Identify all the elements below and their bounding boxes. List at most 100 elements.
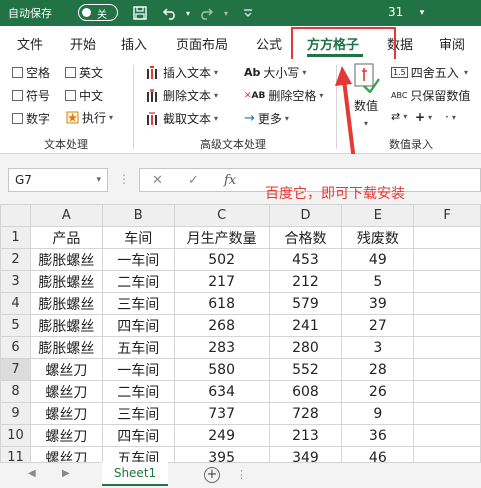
- table-cell[interactable]: [413, 248, 481, 271]
- table-cell[interactable]: 618: [173, 292, 270, 315]
- fx-icon[interactable]: fx: [224, 173, 236, 188]
- table-cell[interactable]: 车间: [101, 226, 175, 249]
- table-cell[interactable]: 49: [341, 248, 415, 271]
- table-cell[interactable]: 26: [341, 380, 415, 403]
- table-cell[interactable]: 552: [268, 358, 343, 381]
- table-cell[interactable]: 728: [268, 402, 343, 425]
- table-cell[interactable]: 608: [268, 380, 343, 403]
- table-cell[interactable]: 36: [341, 424, 415, 447]
- table-cell[interactable]: [413, 314, 481, 337]
- table-cell[interactable]: [413, 380, 481, 403]
- col-header-c[interactable]: C: [173, 204, 270, 227]
- table-cell[interactable]: 27: [341, 314, 415, 337]
- row-header[interactable]: 11: [0, 446, 31, 462]
- table-cell[interactable]: 螺丝刀: [29, 402, 103, 425]
- table-cell[interactable]: [413, 446, 481, 462]
- table-cell[interactable]: 四车间: [101, 314, 175, 337]
- table-cell[interactable]: [413, 336, 481, 359]
- table-cell[interactable]: 螺丝刀: [29, 358, 103, 381]
- select-all-corner[interactable]: [0, 204, 31, 227]
- cancel-icon[interactable]: ✕: [152, 173, 163, 188]
- name-box-dropdown-icon[interactable]: ▾: [96, 175, 101, 185]
- col-header-f[interactable]: F: [413, 204, 481, 227]
- table-cell[interactable]: [413, 292, 481, 315]
- table-cell[interactable]: 膨胀螺丝: [29, 336, 103, 359]
- row-header[interactable]: 2: [0, 248, 31, 271]
- col-header-b[interactable]: B: [101, 204, 175, 227]
- table-cell[interactable]: 579: [268, 292, 343, 315]
- table-cell[interactable]: 5: [341, 270, 415, 293]
- row-header[interactable]: 5: [0, 314, 31, 337]
- table-cell[interactable]: 产品: [29, 226, 103, 249]
- table-cell[interactable]: 28: [341, 358, 415, 381]
- name-box[interactable]: G7 ▾: [8, 168, 108, 192]
- table-cell[interactable]: 合格数: [268, 226, 343, 249]
- table-cell[interactable]: 283: [173, 336, 270, 359]
- table-cell[interactable]: 249: [173, 424, 270, 447]
- table-cell[interactable]: 280: [268, 336, 343, 359]
- table-cell[interactable]: 453: [268, 248, 343, 271]
- table-cell[interactable]: 217: [173, 270, 270, 293]
- row-header[interactable]: 8: [0, 380, 31, 403]
- table-cell[interactable]: 月生产数量: [173, 226, 270, 249]
- table-cell[interactable]: [413, 358, 481, 381]
- col-header-d[interactable]: D: [268, 204, 343, 227]
- table-cell[interactable]: 580: [173, 358, 270, 381]
- table-cell[interactable]: 3: [341, 336, 415, 359]
- table-cell[interactable]: 241: [268, 314, 343, 337]
- table-cell[interactable]: [413, 270, 481, 293]
- row-header[interactable]: 7: [0, 358, 31, 381]
- row-header[interactable]: 10: [0, 424, 31, 447]
- table-row: 3 膨胀螺丝 二车间 217 212 5: [0, 270, 481, 293]
- row-header[interactable]: 6: [0, 336, 31, 359]
- table-cell[interactable]: 膨胀螺丝: [29, 248, 103, 271]
- table-cell[interactable]: 634: [173, 380, 270, 403]
- row-header[interactable]: 9: [0, 402, 31, 425]
- spreadsheet-grid: A B C D E F 1 产品 车间 月生产数量 合格数 残废数 2 膨胀螺丝 一车间 502 4…: [0, 204, 481, 462]
- grid-body: 1 产品 车间 月生产数量 合格数 残废数 2 膨胀螺丝 一车间 502 453 49 3 膨胀螺丝 二车间…: [0, 226, 481, 462]
- sheet-table: A B C D E F 1 产品 车间 月生产数量 合格数 残废数 2 膨胀螺丝 一车间 502 4…: [0, 204, 481, 462]
- table-cell[interactable]: 五车间: [101, 446, 175, 462]
- table-cell[interactable]: 三车间: [101, 402, 175, 425]
- table-cell[interactable]: 二车间: [101, 270, 175, 293]
- table-cell[interactable]: 46: [341, 446, 415, 462]
- table-cell[interactable]: [413, 226, 481, 249]
- enter-icon[interactable]: ✓: [188, 173, 199, 188]
- table-row: 11 螺丝刀 五车间 395 349 46: [0, 446, 481, 462]
- table-cell[interactable]: 二车间: [101, 380, 175, 403]
- table-cell[interactable]: 膨胀螺丝: [29, 292, 103, 315]
- table-cell[interactable]: 五车间: [101, 336, 175, 359]
- table-cell[interactable]: 螺丝刀: [29, 446, 103, 462]
- table-cell[interactable]: 残废数: [341, 226, 415, 249]
- table-cell[interactable]: 螺丝刀: [29, 380, 103, 403]
- table-cell[interactable]: 212: [268, 270, 343, 293]
- table-cell[interactable]: 螺丝刀: [29, 424, 103, 447]
- table-cell[interactable]: 9: [341, 402, 415, 425]
- table-cell[interactable]: 395: [173, 446, 270, 462]
- table-cell[interactable]: 39: [341, 292, 415, 315]
- table-cell[interactable]: [413, 424, 481, 447]
- table-row: 9 螺丝刀 三车间 737 728 9: [0, 402, 481, 425]
- table-cell[interactable]: 213: [268, 424, 343, 447]
- table-cell[interactable]: [413, 402, 481, 425]
- table-cell[interactable]: 502: [173, 248, 270, 271]
- table-cell[interactable]: 膨胀螺丝: [29, 270, 103, 293]
- prev-sheet-icon[interactable]: ◀: [28, 468, 36, 479]
- sheet-tab-sheet1[interactable]: Sheet1: [102, 462, 168, 486]
- formula-bar: G7 ▾ ⋮ ✕ ✓ fx: [0, 154, 481, 204]
- row-header[interactable]: 3: [0, 270, 31, 293]
- add-sheet-icon[interactable]: +: [204, 467, 220, 483]
- table-cell[interactable]: 四车间: [101, 424, 175, 447]
- col-header-a[interactable]: A: [29, 204, 103, 227]
- table-cell[interactable]: 一车间: [101, 248, 175, 271]
- row-header[interactable]: 1: [0, 226, 31, 249]
- table-cell[interactable]: 737: [173, 402, 270, 425]
- next-sheet-icon[interactable]: ▶: [62, 468, 70, 479]
- table-cell[interactable]: 349: [268, 446, 343, 462]
- table-cell[interactable]: 三车间: [101, 292, 175, 315]
- table-cell[interactable]: 一车间: [101, 358, 175, 381]
- table-cell[interactable]: 膨胀螺丝: [29, 314, 103, 337]
- row-header[interactable]: 4: [0, 292, 31, 315]
- col-header-e[interactable]: E: [341, 204, 415, 227]
- table-cell[interactable]: 268: [173, 314, 270, 337]
